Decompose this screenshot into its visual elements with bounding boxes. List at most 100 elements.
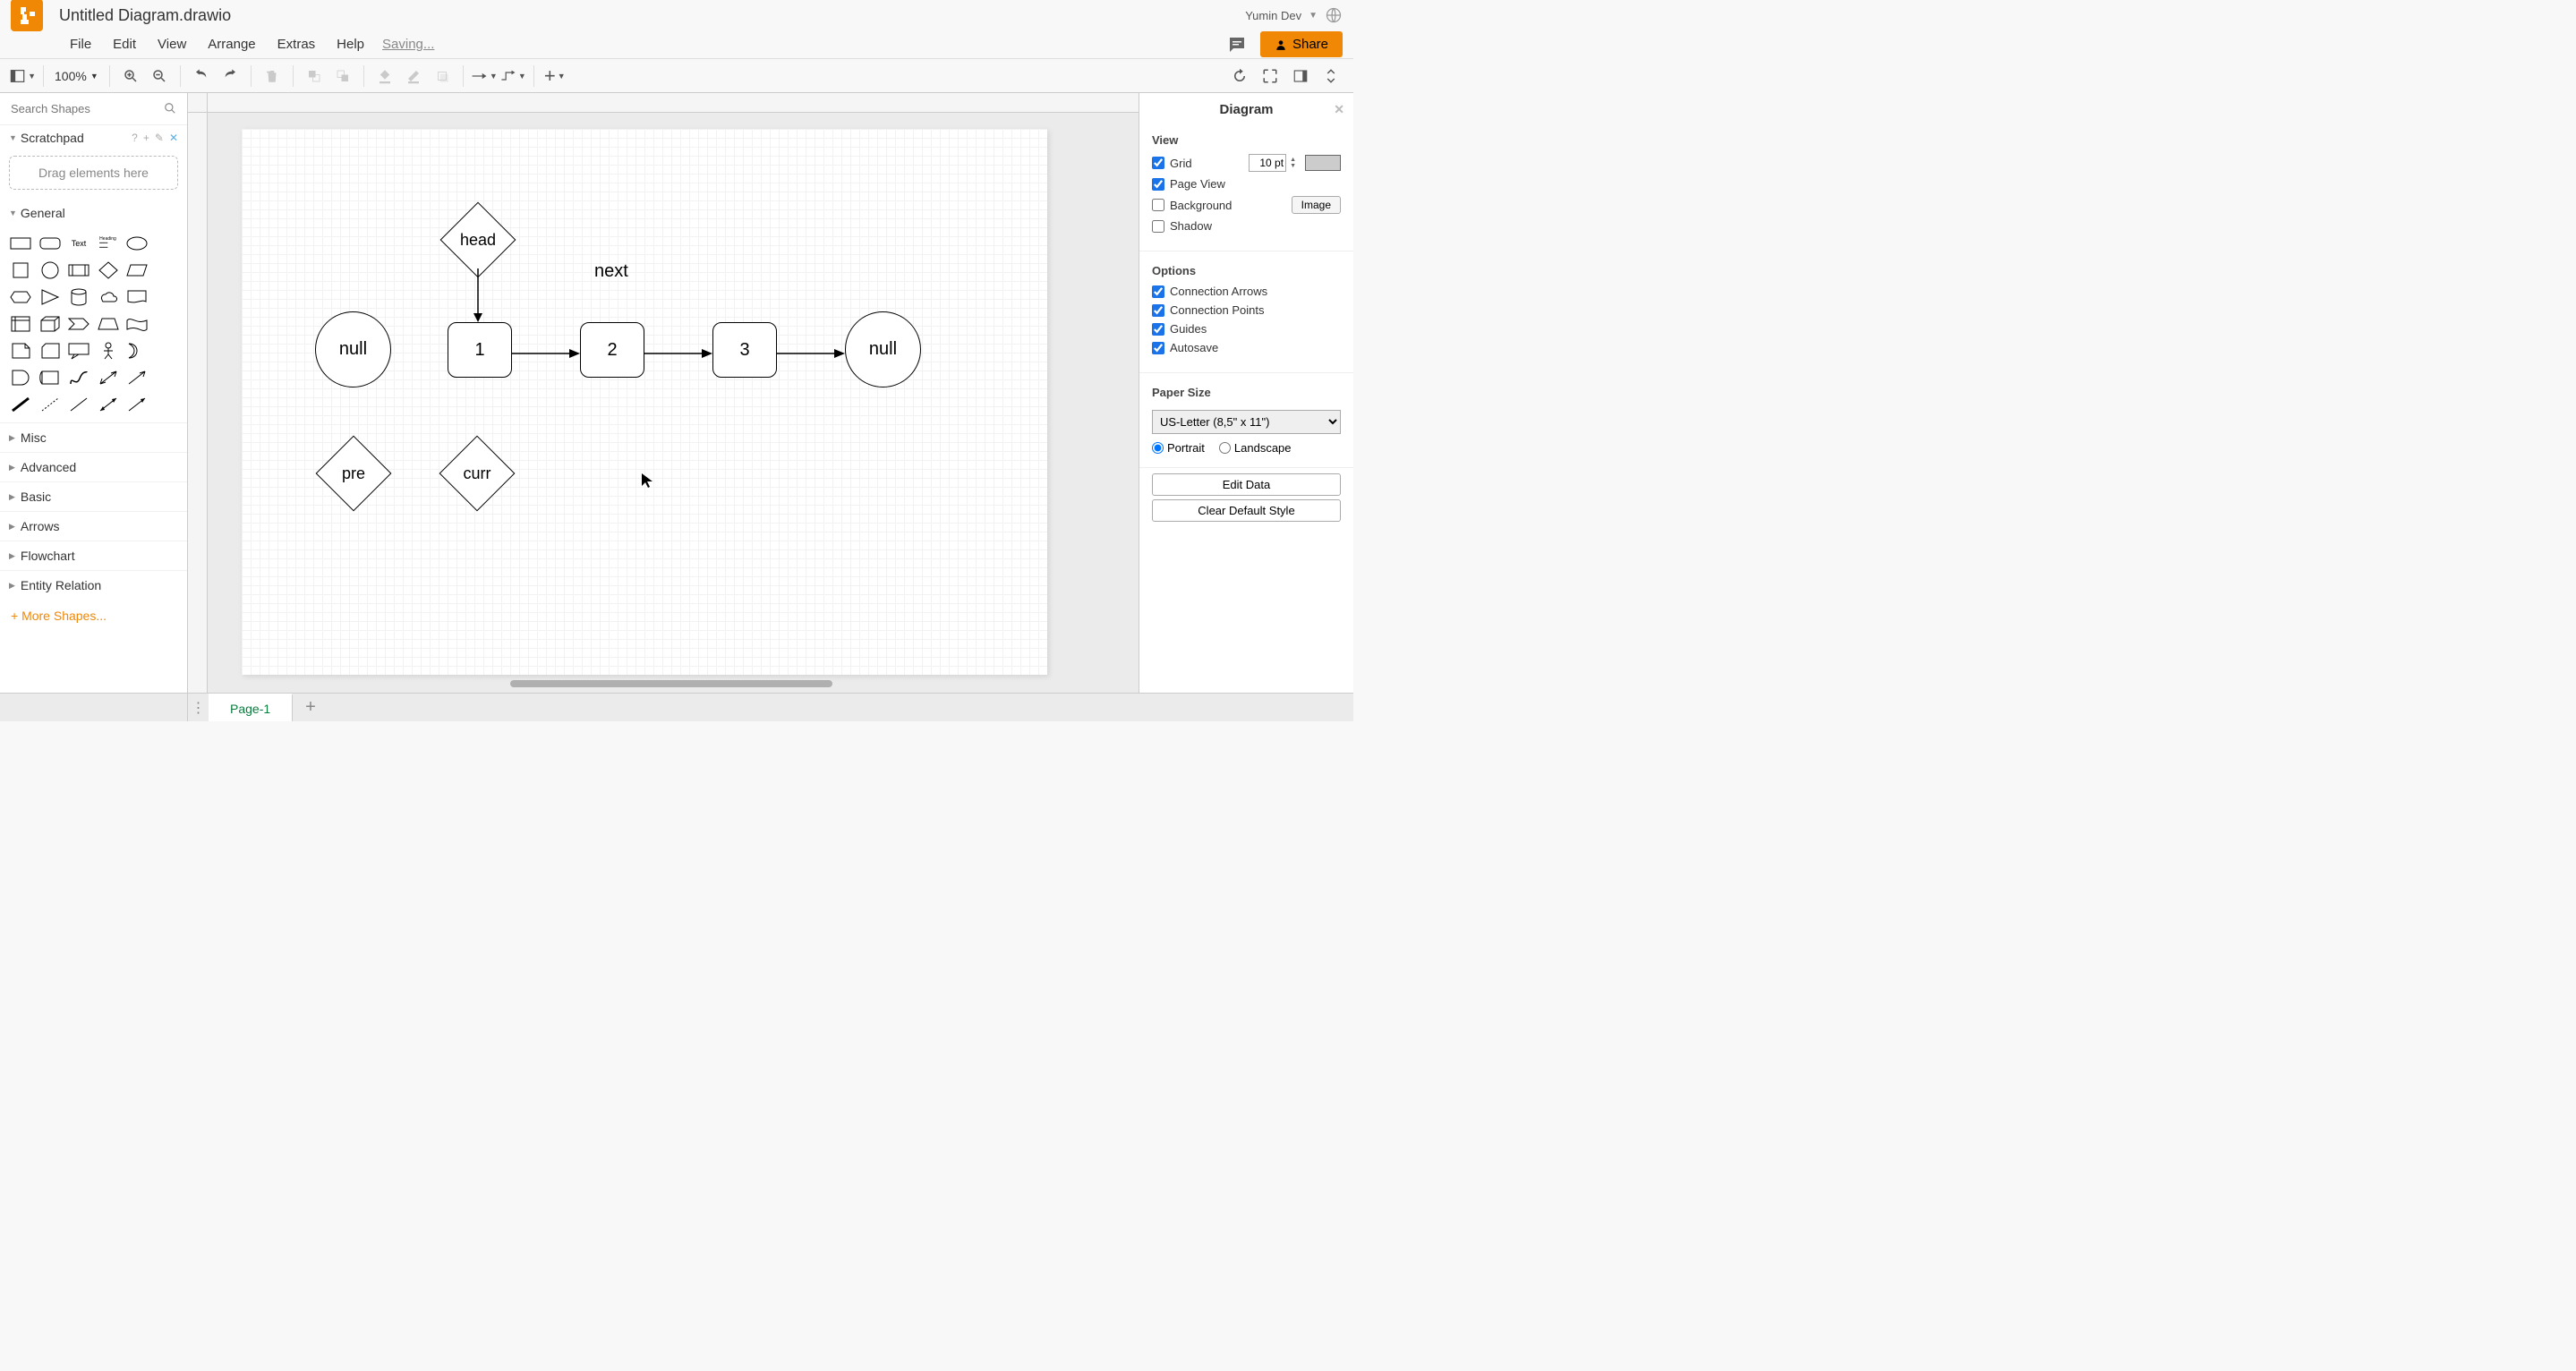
node-2[interactable]: 2: [580, 322, 644, 378]
shape-actor[interactable]: [95, 338, 122, 363]
app-logo[interactable]: [11, 0, 43, 31]
shape-blank2[interactable]: [153, 258, 180, 283]
undo-button[interactable]: [188, 63, 215, 89]
node-3[interactable]: 3: [712, 322, 777, 378]
shape-internal-storage[interactable]: [7, 311, 34, 336]
scratchpad-dropzone[interactable]: Drag elements here: [9, 156, 178, 190]
close-icon[interactable]: ✕: [169, 132, 178, 144]
menu-arrange[interactable]: Arrange: [197, 33, 266, 55]
add-page-button[interactable]: +: [293, 694, 328, 721]
paper-size-select[interactable]: US-Letter (8,5" x 11"): [1152, 410, 1341, 434]
to-front-button[interactable]: [301, 63, 328, 89]
grid-checkbox[interactable]: [1152, 157, 1164, 169]
redo-button[interactable]: [217, 63, 243, 89]
arrow-1-to-2[interactable]: [512, 347, 580, 363]
help-icon[interactable]: ?: [132, 132, 138, 144]
shape-document[interactable]: [124, 285, 150, 310]
shape-note[interactable]: [7, 338, 34, 363]
node-1[interactable]: 1: [448, 322, 512, 378]
zoom-in-button[interactable]: [117, 63, 144, 89]
landscape-radio[interactable]: [1219, 442, 1231, 454]
arrow-2-to-3[interactable]: [644, 347, 712, 363]
tab-page-1[interactable]: Page-1: [209, 694, 293, 721]
edit-data-button[interactable]: Edit Data: [1152, 473, 1341, 496]
menu-extras[interactable]: Extras: [267, 33, 327, 55]
menu-view[interactable]: View: [147, 33, 197, 55]
shape-bidir[interactable]: [95, 392, 122, 417]
waypoint-button[interactable]: ▼: [499, 63, 526, 89]
shape-cloud[interactable]: [95, 285, 122, 310]
guides-checkbox[interactable]: [1152, 323, 1164, 336]
node-null-left[interactable]: null: [315, 311, 391, 387]
shape-cube[interactable]: [37, 311, 64, 336]
scratchpad-header[interactable]: ▼ Scratchpad ? + ✎ ✕: [0, 125, 187, 150]
pageview-checkbox[interactable]: [1152, 178, 1164, 191]
shape-rounded-rect[interactable]: [37, 231, 64, 256]
section-basic[interactable]: ▶Basic: [0, 481, 187, 511]
menu-help[interactable]: Help: [326, 33, 375, 55]
shape-blank7[interactable]: [153, 392, 180, 417]
canvas-page[interactable]: head null 1 2 3: [242, 129, 1047, 675]
grid-color-picker[interactable]: [1305, 155, 1341, 171]
shape-trapezoid[interactable]: [95, 311, 122, 336]
node-curr[interactable]: curr: [450, 447, 504, 500]
node-head[interactable]: head: [451, 213, 505, 267]
format-panel-toggle-icon[interactable]: [1287, 63, 1314, 89]
section-misc[interactable]: ▶Misc: [0, 422, 187, 452]
comments-icon[interactable]: [1226, 34, 1248, 55]
arrow-3-to-null[interactable]: [777, 347, 845, 363]
node-pre[interactable]: pre: [327, 447, 380, 500]
shape-diamond[interactable]: [95, 258, 122, 283]
close-icon[interactable]: ✕: [1334, 102, 1344, 117]
shape-biarrow[interactable]: [95, 365, 122, 390]
step-down-icon[interactable]: ▼: [1290, 163, 1296, 169]
background-checkbox[interactable]: [1152, 199, 1164, 211]
shape-curve[interactable]: [65, 365, 92, 390]
shape-callout[interactable]: [65, 338, 92, 363]
shape-blank5[interactable]: [153, 338, 180, 363]
shape-or[interactable]: [124, 338, 150, 363]
line-color-button[interactable]: [400, 63, 427, 89]
section-flowchart[interactable]: ▶Flowchart: [0, 541, 187, 570]
shape-ellipse[interactable]: [124, 231, 150, 256]
globe-icon[interactable]: [1325, 6, 1343, 24]
document-title[interactable]: Untitled Diagram.drawio: [59, 6, 231, 25]
search-input[interactable]: [5, 98, 182, 119]
insert-button[interactable]: +▼: [542, 63, 568, 89]
canvas[interactable]: head null 1 2 3: [188, 93, 1139, 693]
shadow-checkbox[interactable]: [1152, 220, 1164, 233]
page-menu-button[interactable]: ⋮: [188, 694, 209, 721]
step-up-icon[interactable]: ▲: [1290, 157, 1296, 163]
clear-style-button[interactable]: Clear Default Style: [1152, 499, 1341, 522]
shape-diredge[interactable]: [124, 392, 150, 417]
more-shapes-button[interactable]: + More Shapes...: [0, 600, 187, 632]
edit-icon[interactable]: ✎: [155, 132, 164, 144]
shape-tape[interactable]: [124, 311, 150, 336]
shape-circle[interactable]: [37, 258, 64, 283]
shape-line[interactable]: [65, 392, 92, 417]
sidebar-toggle-button[interactable]: ▼: [9, 63, 36, 89]
background-image-button[interactable]: Image: [1292, 196, 1341, 214]
shape-square[interactable]: [7, 258, 34, 283]
shape-card[interactable]: [37, 338, 64, 363]
fill-color-button[interactable]: [371, 63, 398, 89]
shape-process[interactable]: [65, 258, 92, 283]
hscrollbar[interactable]: [260, 680, 1121, 689]
shape-cylinder[interactable]: [65, 285, 92, 310]
shape-blank3[interactable]: [153, 285, 180, 310]
shape-triangle[interactable]: [37, 285, 64, 310]
shape-hexagon[interactable]: [7, 285, 34, 310]
to-back-button[interactable]: [329, 63, 356, 89]
menu-file[interactable]: File: [59, 33, 102, 55]
delete-button[interactable]: [259, 63, 286, 89]
shape-blank6[interactable]: [153, 365, 180, 390]
general-header[interactable]: ▼ General: [0, 200, 187, 226]
shape-arrow[interactable]: [124, 365, 150, 390]
label-next[interactable]: next: [594, 261, 628, 282]
shape-rect[interactable]: [7, 231, 34, 256]
grid-size-input[interactable]: [1249, 154, 1286, 172]
connection-button[interactable]: ▼: [471, 63, 498, 89]
conn-arrows-checkbox[interactable]: [1152, 285, 1164, 298]
menu-edit[interactable]: Edit: [102, 33, 147, 55]
search-icon[interactable]: [164, 102, 176, 115]
